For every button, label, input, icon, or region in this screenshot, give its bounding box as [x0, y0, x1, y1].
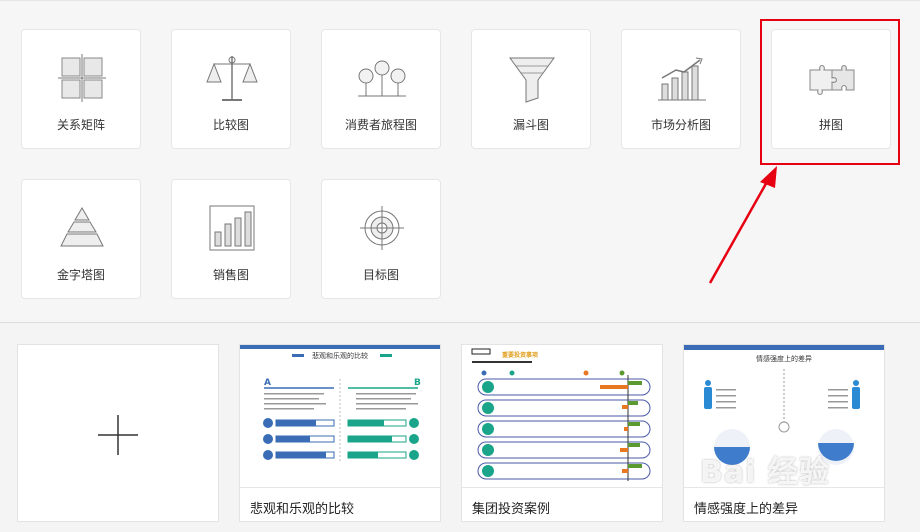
- watermark: Bai 经验: [700, 455, 830, 490]
